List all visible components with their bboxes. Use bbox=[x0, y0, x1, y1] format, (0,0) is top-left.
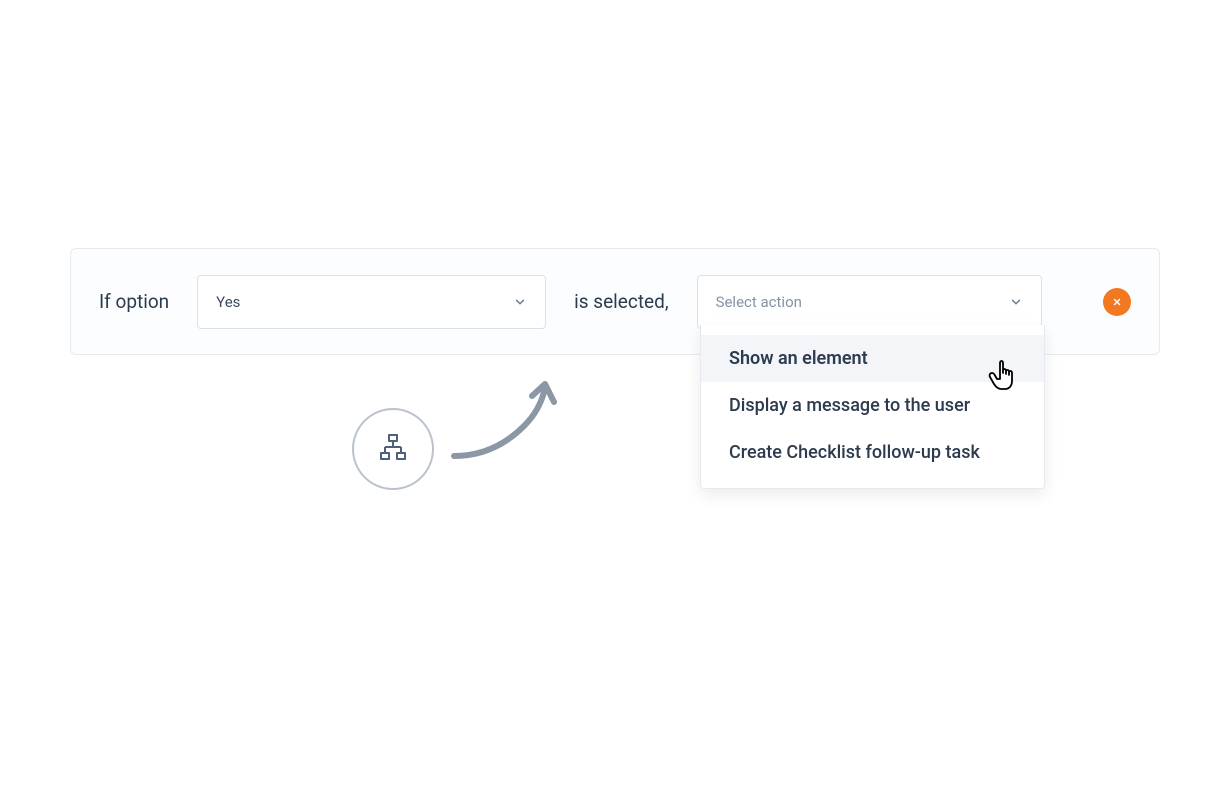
workflow-node-icon bbox=[352, 408, 434, 490]
remove-rule-button[interactable] bbox=[1103, 288, 1131, 316]
chevron-down-icon bbox=[513, 295, 527, 309]
option-select[interactable]: Yes bbox=[197, 275, 546, 329]
sitemap-icon bbox=[377, 431, 409, 467]
arrow-curve-icon bbox=[444, 378, 574, 482]
if-option-label: If option bbox=[99, 290, 169, 313]
action-select[interactable]: Select action bbox=[697, 275, 1042, 329]
action-dropdown-menu: Show an element Display a message to the… bbox=[700, 325, 1045, 489]
chevron-down-icon bbox=[1009, 295, 1023, 309]
is-selected-label: is selected, bbox=[574, 290, 668, 313]
dropdown-item-display-message[interactable]: Display a message to the user bbox=[701, 382, 1044, 429]
dropdown-item-create-checklist[interactable]: Create Checklist follow-up task bbox=[701, 429, 1044, 476]
option-select-value: Yes bbox=[216, 293, 240, 311]
dropdown-item-show-element[interactable]: Show an element bbox=[701, 335, 1044, 382]
close-icon bbox=[1112, 297, 1122, 307]
action-select-placeholder: Select action bbox=[716, 293, 802, 311]
